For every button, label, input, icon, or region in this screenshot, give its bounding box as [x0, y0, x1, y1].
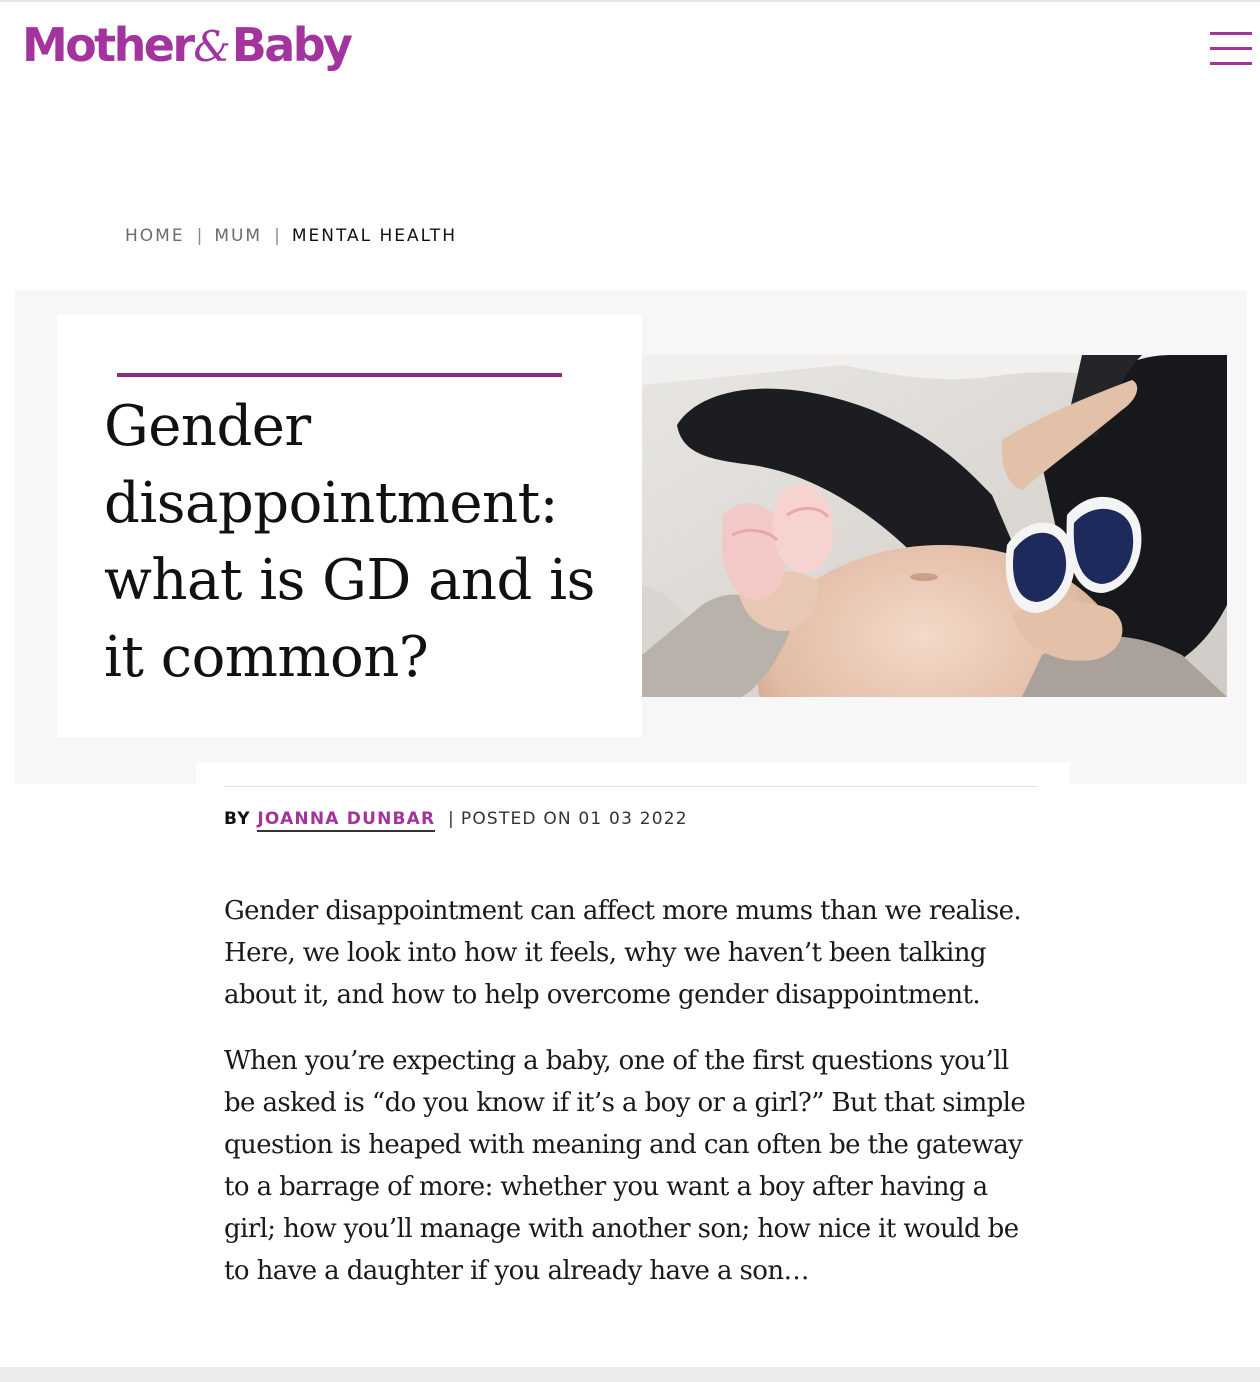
- author-link[interactable]: JOANNA DUNBAR: [257, 809, 436, 832]
- hero-image: [642, 355, 1227, 697]
- article-paragraph: When you’re expecting a baby, one of the…: [224, 1046, 1026, 1286]
- bottom-edge-bar: [0, 1367, 1260, 1382]
- meta-divider: [224, 786, 1038, 787]
- logo-ampersand: &: [193, 22, 231, 71]
- breadcrumb-mum-link[interactable]: MUM: [214, 226, 262, 246]
- logo-text-mother: Mother: [22, 18, 195, 72]
- menu-bar: [1210, 47, 1252, 50]
- hamburger-menu-icon[interactable]: [1208, 30, 1254, 68]
- byline-by-label: BY: [224, 809, 251, 829]
- byline: BY JOANNA DUNBAR | POSTED ON 01 03 2022: [224, 806, 688, 832]
- breadcrumb-current-mental-health[interactable]: MENTAL HEALTH: [292, 226, 457, 246]
- byline-separator: |: [447, 809, 455, 829]
- menu-bar: [1210, 62, 1252, 65]
- logo-text-baby: Baby: [231, 18, 353, 72]
- site-logo[interactable]: Mother&Baby: [22, 12, 353, 78]
- article-body: Gender disappointment can affect more mu…: [224, 890, 1038, 1316]
- top-divider: [0, 0, 1260, 2]
- breadcrumb-home-link[interactable]: HOME: [125, 226, 185, 246]
- menu-bar: [1210, 32, 1252, 35]
- breadcrumb-separator: |: [196, 226, 203, 246]
- article-title: Gender disappointment: what is GD and is…: [104, 394, 595, 690]
- posted-date: POSTED ON 01 03 2022: [460, 809, 688, 829]
- title-accent-rule: [117, 373, 562, 377]
- breadcrumb-separator: |: [274, 226, 280, 246]
- breadcrumb: HOME | MUM | MENTAL HEALTH: [125, 224, 457, 248]
- article-paragraph-intro: Gender disappointment can affect more mu…: [224, 896, 1022, 1010]
